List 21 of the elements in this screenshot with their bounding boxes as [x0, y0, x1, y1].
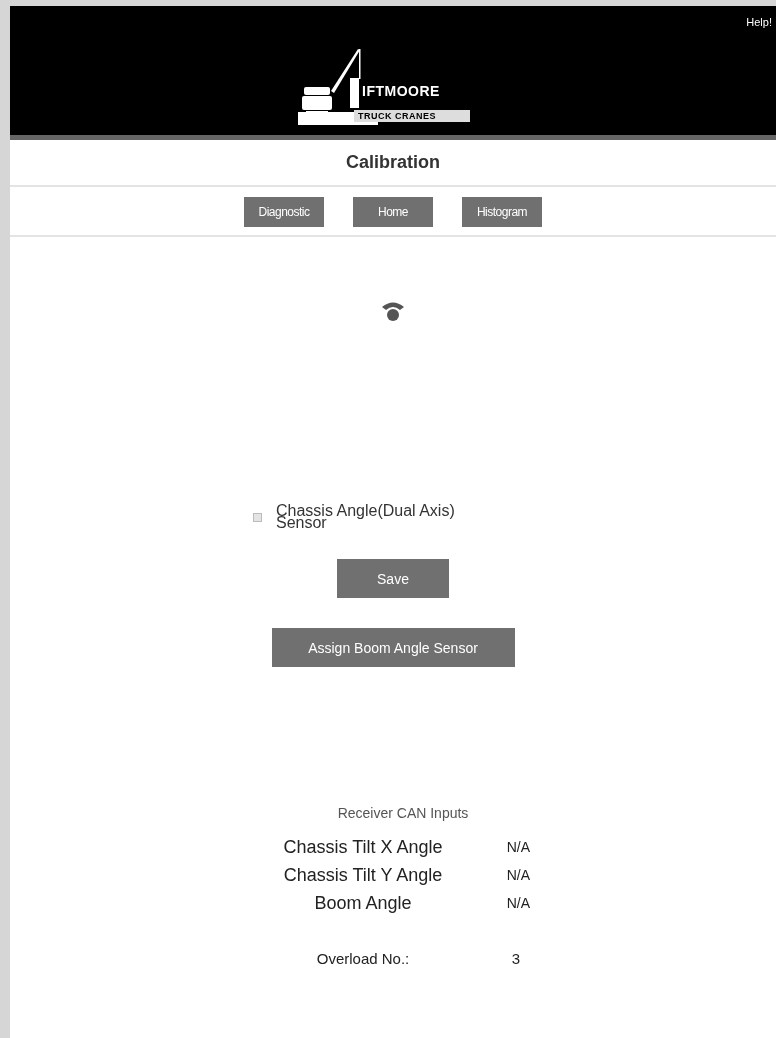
- input-value: N/A: [505, 866, 531, 885]
- logo-tagline: TRUCK CRANES: [354, 110, 470, 122]
- help-link[interactable]: Help!: [746, 16, 772, 28]
- section-heading: Receiver CAN Inputs: [337, 805, 469, 821]
- overload-label: Overload No.:: [315, 950, 411, 967]
- input-value: N/A: [505, 838, 531, 857]
- signal-icon: [381, 300, 405, 322]
- nav-button[interactable]: Diagnostic: [244, 197, 324, 227]
- logo-wordmark: IFTMOORE: [362, 83, 441, 99]
- input-name: Chassis Tilt X Angle: [282, 837, 444, 858]
- checkbox[interactable]: [253, 512, 262, 522]
- input-name: Boom Angle: [313, 893, 413, 914]
- nav-button[interactable]: Histogram: [462, 197, 542, 227]
- action-button[interactable]: Save: [337, 559, 449, 598]
- input-name: Chassis Tilt Y Angle: [282, 865, 444, 886]
- checkbox-label: Chassis Angle(Dual Axis) Sensor: [276, 505, 456, 529]
- action-button[interactable]: Assign Boom Angle Sensor: [271, 628, 515, 667]
- overload-value: 3: [510, 950, 521, 967]
- page-title: Calibration: [10, 140, 776, 187]
- nav-button[interactable]: Home: [353, 197, 433, 227]
- input-value: N/A: [505, 894, 531, 913]
